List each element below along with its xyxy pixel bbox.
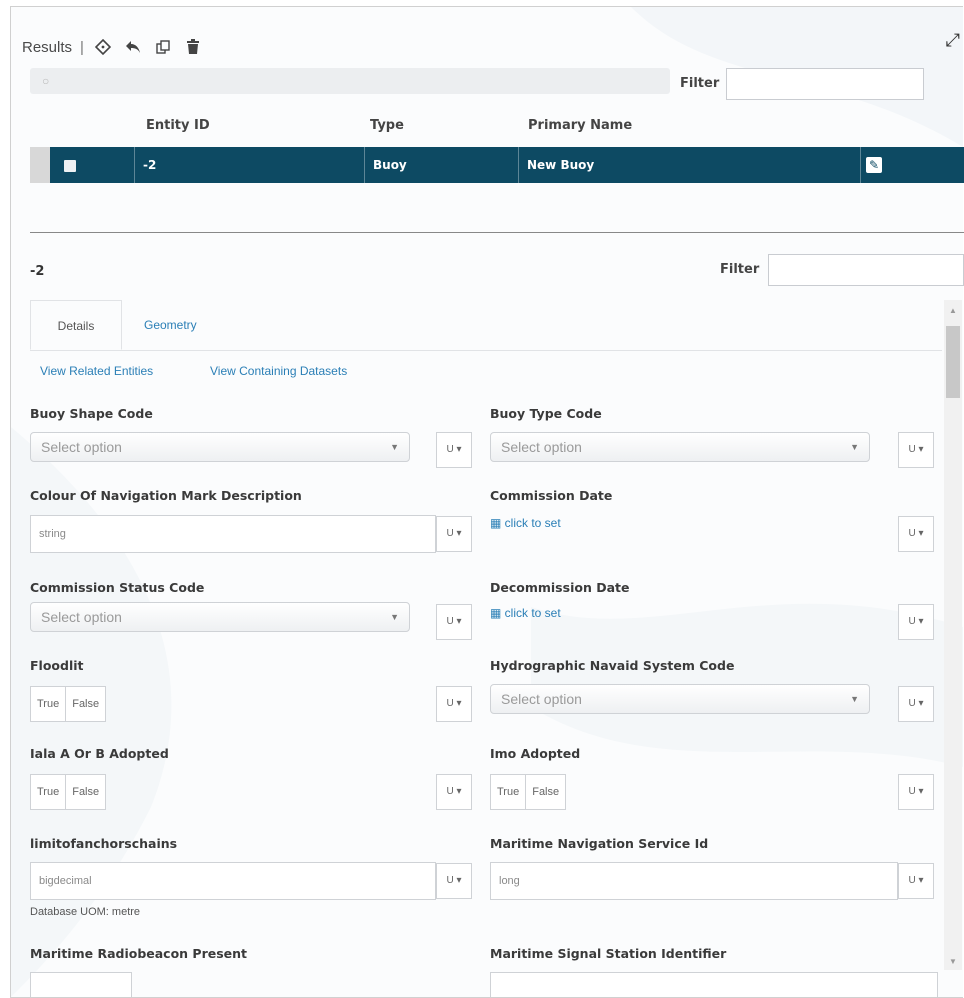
buoy-type-code-label: Buoy Type Code: [490, 406, 602, 421]
imo-adopted-label: Imo Adopted: [490, 746, 581, 761]
iala-label: Iala A Or B Adopted: [30, 746, 169, 761]
results-toolbar: Results |: [22, 32, 204, 62]
column-header-entity-id[interactable]: Entity ID: [146, 118, 210, 133]
unit-button[interactable]: U ▾: [436, 863, 472, 899]
buoy-type-code-select[interactable]: Select option ▼: [490, 432, 870, 462]
unit-button[interactable]: U ▾: [898, 604, 934, 640]
detail-filter-label: Filter: [720, 262, 760, 277]
select-placeholder: Select option: [501, 691, 582, 707]
limit-anchor-chains-input[interactable]: bigdecimal: [30, 862, 436, 900]
row-checkbox[interactable]: [64, 160, 76, 172]
commission-status-code-label: Commission Status Code: [30, 580, 205, 595]
view-related-entities-link[interactable]: View Related Entities: [40, 364, 153, 378]
click-to-set-label: click to set: [504, 516, 561, 530]
caret-icon: ▼: [850, 442, 859, 452]
detail-scrollbar[interactable]: ▲ ▼: [944, 300, 962, 970]
iala-toggle[interactable]: True False: [30, 774, 107, 810]
caret-icon: ▼: [390, 442, 399, 452]
false-option[interactable]: False: [65, 775, 105, 809]
hydrographic-code-label: Hydrographic Navaid System Code: [490, 658, 735, 673]
toolbar-separator: |: [80, 38, 84, 56]
scrollbar-thumb[interactable]: [946, 326, 960, 398]
unit-button[interactable]: U ▾: [436, 604, 472, 640]
limit-anchor-chains-label: limitofanchorschains: [30, 836, 178, 851]
true-option[interactable]: True: [31, 687, 65, 721]
cell-entity-id: -2: [134, 147, 364, 183]
maritime-nav-service-input[interactable]: long: [490, 862, 898, 900]
imo-toggle[interactable]: True False: [490, 774, 567, 810]
section-divider: [30, 232, 964, 233]
detail-filter-input[interactable]: [768, 254, 964, 286]
signal-station-input[interactable]: [490, 972, 938, 997]
caret-icon: ▼: [850, 694, 859, 704]
commission-date-label: Commission Date: [490, 488, 613, 503]
scroll-down-icon[interactable]: ▼: [944, 957, 962, 966]
select-placeholder: Select option: [41, 439, 122, 455]
false-option[interactable]: False: [525, 775, 565, 809]
colour-description-input[interactable]: string: [30, 515, 436, 553]
commission-status-code-select[interactable]: Select option ▼: [30, 602, 410, 632]
detail-tabs: Details Geometry: [30, 300, 942, 351]
cell-type: Buoy: [364, 147, 518, 183]
unit-button[interactable]: U ▾: [898, 432, 934, 468]
results-filter-label: Filter: [680, 76, 720, 91]
trash-icon[interactable]: [182, 36, 204, 58]
true-option[interactable]: True: [31, 775, 65, 809]
commission-date-picker[interactable]: ▦ click to set: [490, 516, 561, 530]
table-row[interactable]: -2 Buoy New Buoy ✎: [30, 147, 964, 183]
colour-description-label: Colour Of Navigation Mark Description: [30, 488, 302, 503]
radiobeacon-label: Maritime Radiobeacon Present: [30, 946, 248, 961]
unit-button[interactable]: U ▾: [436, 774, 472, 810]
buoy-shape-code-select[interactable]: Select option ▼: [30, 432, 410, 462]
unit-button[interactable]: U ▾: [898, 774, 934, 810]
false-option[interactable]: False: [65, 687, 105, 721]
unit-button[interactable]: U ▾: [436, 516, 472, 552]
scroll-up-icon[interactable]: ▲: [944, 306, 962, 315]
search-placeholder: ○: [42, 74, 50, 88]
unit-button[interactable]: U ▾: [898, 863, 934, 899]
unit-button[interactable]: U ▾: [898, 686, 934, 722]
true-option[interactable]: True: [491, 775, 525, 809]
maritime-nav-service-label: Maritime Navigation Service Id: [490, 836, 709, 851]
floodlit-label: Floodlit: [30, 658, 84, 673]
search-input[interactable]: ○: [30, 68, 670, 94]
unit-button[interactable]: U ▾: [436, 686, 472, 722]
cell-primary-name: New Buoy: [518, 147, 860, 183]
calendar-icon: ▦: [490, 516, 505, 530]
decommission-date-picker[interactable]: ▦ click to set: [490, 606, 561, 620]
click-to-set-label: click to set: [504, 606, 561, 620]
copy-icon[interactable]: [152, 36, 174, 58]
radiobeacon-toggle[interactable]: [30, 972, 132, 997]
uom-note: Database UOM: metre: [30, 906, 141, 918]
view-containing-datasets-link[interactable]: View Containing Datasets: [210, 364, 347, 378]
hydrographic-code-select[interactable]: Select option ▼: [490, 684, 870, 714]
results-filter-input[interactable]: [726, 68, 924, 100]
floodlit-toggle[interactable]: True False: [30, 686, 107, 722]
buoy-shape-code-label: Buoy Shape Code: [30, 406, 153, 421]
row-gutter: [30, 147, 50, 183]
resize-icon[interactable]: ⤢: [946, 30, 960, 51]
results-title: Results: [22, 38, 73, 56]
caret-icon: ▼: [390, 612, 399, 622]
column-header-primary-name[interactable]: Primary Name: [528, 118, 632, 133]
column-header-type[interactable]: Type: [370, 118, 404, 133]
tab-geometry[interactable]: Geometry: [130, 300, 211, 350]
edit-icon[interactable]: ✎: [866, 157, 882, 173]
select-placeholder: Select option: [41, 609, 122, 625]
select-placeholder: Select option: [501, 439, 582, 455]
entity-title: -2: [30, 264, 45, 279]
target-icon[interactable]: [92, 36, 114, 58]
unit-button[interactable]: U ▾: [898, 516, 934, 552]
decommission-date-label: Decommission Date: [490, 580, 630, 595]
calendar-icon: ▦: [490, 606, 505, 620]
reply-icon[interactable]: [122, 36, 144, 58]
unit-button[interactable]: U ▾: [436, 432, 472, 468]
tab-details[interactable]: Details: [30, 300, 122, 350]
signal-station-label: Maritime Signal Station Identifier: [490, 946, 727, 961]
